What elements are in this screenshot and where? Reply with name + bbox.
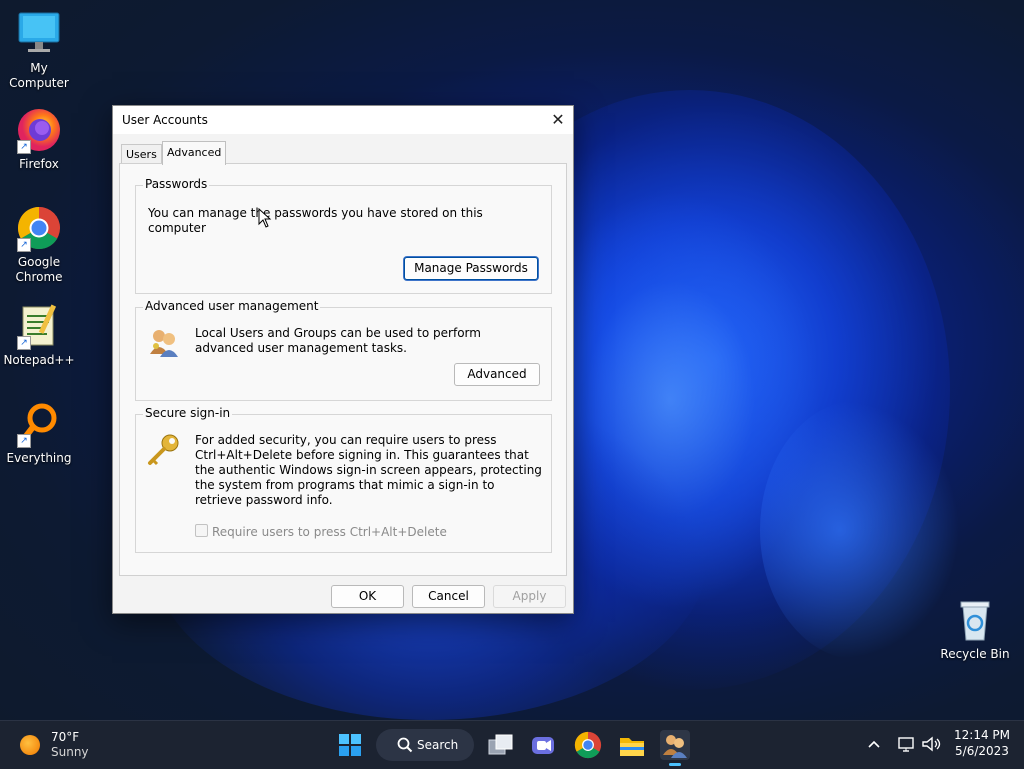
desktop-icon-firefox[interactable]: ↗ Firefox: [0, 106, 78, 172]
cancel-button[interactable]: Cancel: [412, 585, 485, 608]
user-accounts-dialog: User Accounts ✕ Users Advanced Passwords…: [112, 105, 574, 614]
taskbar-search-label: Search: [417, 738, 459, 752]
advanced-button[interactable]: Advanced: [454, 363, 540, 386]
weather-temp: 70°F: [51, 730, 80, 744]
secure-sign-in-description: For added security, you can require user…: [195, 433, 542, 507]
ctrl-alt-delete-checkbox[interactable]: [195, 524, 208, 537]
chrome-icon: ↗: [15, 204, 63, 252]
secure-sign-in-label: Secure sign-in: [143, 406, 233, 420]
start-button[interactable]: [335, 730, 365, 760]
tab-advanced[interactable]: Advanced: [162, 141, 227, 165]
monitor-icon: [15, 10, 63, 58]
user-accounts-taskbar-button[interactable]: [660, 730, 690, 766]
task-view-button[interactable]: [485, 730, 515, 760]
taskbar-search-box[interactable]: Search: [376, 729, 474, 761]
ctrl-alt-delete-checkbox-row[interactable]: Require users to press Ctrl+Alt+Delete: [195, 524, 447, 539]
chrome-taskbar-button[interactable]: [573, 730, 603, 760]
manage-passwords-button[interactable]: Manage Passwords: [404, 257, 538, 280]
shortcut-arrow-icon: ↗: [17, 434, 31, 448]
dialog-title: User Accounts: [122, 113, 208, 127]
secure-sign-in-group: Secure sign-in For added security, you c…: [135, 406, 552, 553]
chevron-up-icon: [868, 740, 880, 748]
shortcut-arrow-icon: ↗: [17, 336, 31, 350]
notepadpp-icon: ↗: [15, 302, 63, 350]
active-app-indicator: [669, 763, 681, 766]
desktop-icon-label: Everything: [6, 451, 72, 465]
network-icon[interactable]: [897, 735, 915, 756]
desktop-icon-my-computer[interactable]: My Computer: [0, 10, 78, 91]
apply-button[interactable]: Apply: [493, 585, 566, 608]
advanced-user-management-description: Local Users and Groups can be used to pe…: [195, 326, 481, 355]
file-explorer-button[interactable]: [617, 730, 647, 760]
file-explorer-icon: [620, 738, 644, 756]
ok-button[interactable]: OK: [331, 585, 404, 608]
taskbar: 70°F Sunny Search 12:14 PM 5/6/2023: [0, 720, 1024, 769]
dialog-titlebar[interactable]: User Accounts ✕: [113, 106, 573, 134]
volume-icon[interactable]: [921, 735, 941, 756]
show-hidden-icons-button[interactable]: [866, 736, 882, 755]
tab-panel-advanced: Passwords You can manage the passwords y…: [119, 163, 567, 576]
chrome-icon: [574, 731, 602, 759]
task-view-icon: [488, 734, 513, 755]
tab-users[interactable]: Users: [121, 144, 162, 164]
desktop-icon-label: Notepad++: [3, 353, 75, 367]
advanced-user-management-group: Advanced user management Local Users and…: [135, 299, 552, 401]
clock-time: 12:14 PM: [954, 728, 1010, 742]
mouse-cursor-icon: [258, 207, 272, 231]
meet-button[interactable]: [528, 730, 558, 760]
ctrl-alt-delete-checkbox-label: Require users to press Ctrl+Alt+Delete: [212, 525, 447, 539]
firefox-icon: ↗: [15, 106, 63, 154]
desktop-icon-label: Firefox: [19, 157, 59, 171]
desktop-icon-recycle-bin[interactable]: Recycle Bin: [936, 596, 1014, 662]
close-icon: ✕: [551, 110, 565, 129]
shortcut-arrow-icon: ↗: [17, 238, 31, 252]
weather-condition: Sunny: [51, 745, 89, 759]
desktop-icon-notepadpp[interactable]: ↗ Notepad++: [0, 302, 78, 368]
desktop-icon-google-chrome[interactable]: ↗ Google Chrome: [0, 204, 78, 285]
desktop-icon-everything[interactable]: ↗ Everything: [0, 400, 78, 466]
clock-date: 5/6/2023: [955, 744, 1009, 758]
clock[interactable]: 12:14 PM 5/6/2023: [952, 728, 1012, 758]
passwords-description: You can manage the passwords you have st…: [148, 206, 483, 235]
sun-icon: [20, 735, 40, 755]
passwords-group-label: Passwords: [143, 177, 210, 191]
search-icon: [397, 737, 413, 753]
everything-icon: ↗: [15, 400, 63, 448]
user-accounts-icon: [663, 735, 687, 758]
weather-widget[interactable]: 70°F Sunny: [14, 729, 104, 761]
passwords-group: Passwords You can manage the passwords y…: [135, 177, 552, 294]
start-icon: [339, 734, 361, 756]
desktop-icon-label: Recycle Bin: [940, 647, 1010, 661]
desktop-icon-label: Google Chrome: [15, 255, 63, 284]
close-button[interactable]: ✕: [543, 106, 573, 134]
meet-icon: [532, 737, 554, 754]
advanced-user-management-label: Advanced user management: [143, 299, 321, 313]
users-group-icon: [148, 326, 180, 358]
recycle-bin-icon: [951, 596, 999, 644]
key-icon: [146, 433, 182, 467]
shortcut-arrow-icon: ↗: [17, 140, 31, 154]
desktop-icon-label: My Computer: [9, 61, 69, 90]
